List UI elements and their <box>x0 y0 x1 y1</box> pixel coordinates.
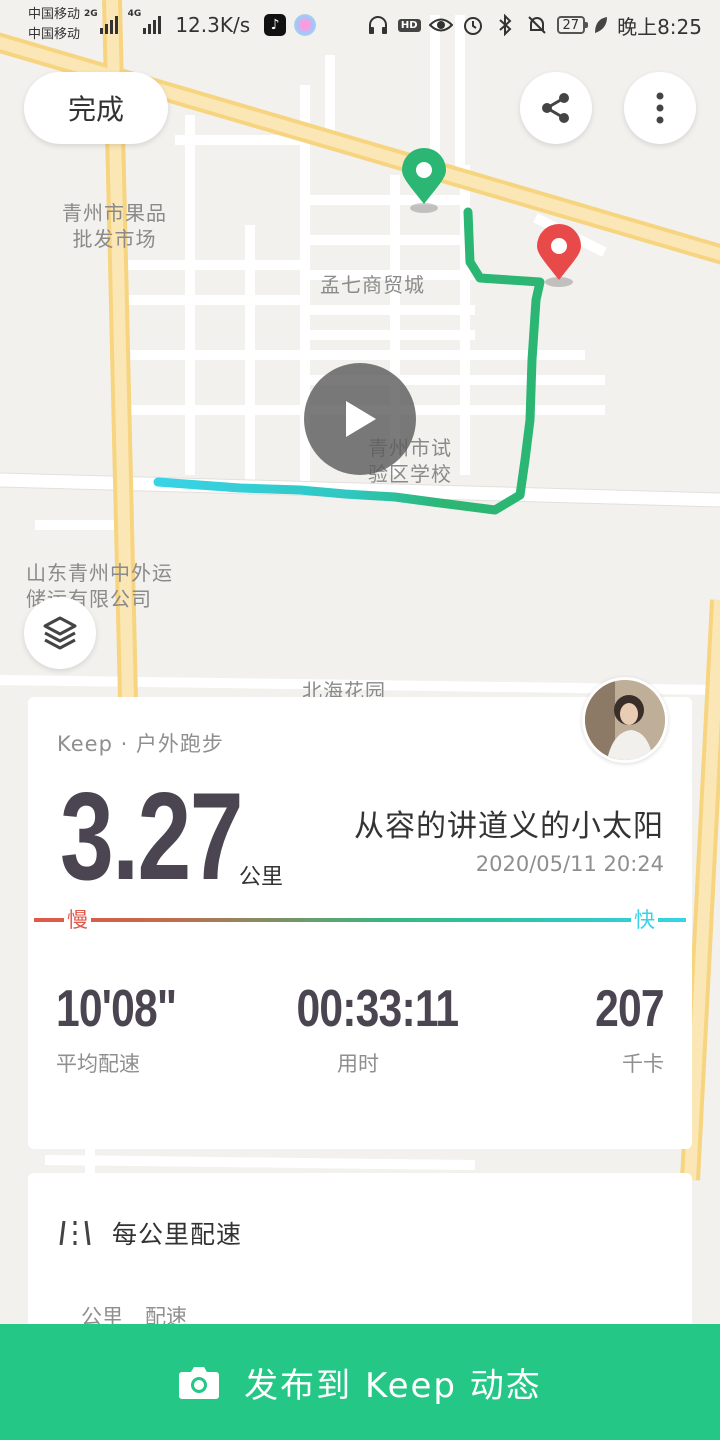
publish-label: 发布到 Keep 动态 <box>244 1365 542 1406</box>
network-type-1: 2G <box>84 9 98 19</box>
avg-pace-value: 10'08" <box>56 980 177 1038</box>
battery-level: 27 <box>562 17 580 33</box>
eye-comfort-icon <box>428 13 453 37</box>
notification-icons: ♪ <box>264 14 317 36</box>
distance-value: 3.27 <box>60 768 244 906</box>
play-icon <box>346 401 376 437</box>
battery-icon: 27 <box>556 16 588 34</box>
headset-icon <box>366 13 390 37</box>
network-type-2: 4G <box>127 9 142 19</box>
network-speed: 12.3K/s <box>175 13 251 37</box>
map-label-market: 青州市果品 批发市场 <box>62 201 167 251</box>
mute-bell-icon <box>525 13 549 37</box>
sport-type: Keep · 户外跑步 <box>57 732 224 756</box>
user-name: 从容的讲道义的小太阳 <box>354 809 664 844</box>
share-icon <box>542 93 569 123</box>
system-icons: HD 27 晚上8:25 <box>366 11 702 40</box>
distance-unit: 公里 <box>239 865 284 890</box>
carrier-info: 中国移动 中国移动 <box>28 5 80 45</box>
calories-value: 207 <box>595 980 665 1038</box>
tiktok-icon: ♪ <box>264 14 287 36</box>
camera-icon <box>179 1367 220 1399</box>
splits-icon <box>59 1220 91 1246</box>
record-datetime: 2020/05/11 20:24 <box>475 852 664 876</box>
done-button[interactable]: 完成 <box>24 72 168 144</box>
run-summary-card: Keep · 户外跑步 3.27 公里 从容的讲道义的小太阳 2020/05/1… <box>28 677 692 1149</box>
duration-label: 用时 <box>337 1052 379 1076</box>
layers-icon <box>43 616 77 650</box>
done-label: 完成 <box>67 93 124 126</box>
leaf-icon <box>593 13 609 37</box>
map-layers-button[interactable] <box>24 597 96 669</box>
pace-color-legend: 慢 快 <box>34 904 686 940</box>
more-vertical-icon <box>656 92 664 124</box>
user-photo-icon <box>585 680 665 760</box>
share-button[interactable] <box>520 72 592 144</box>
publish-to-keep-button[interactable]: 发布到 Keep 动态 <box>0 1324 720 1440</box>
hd-badge: HD <box>397 18 421 32</box>
signal-2-icon <box>143 16 162 34</box>
duration-value: 00:33:11 <box>296 980 460 1038</box>
avatar[interactable] <box>582 677 668 763</box>
carrier-2: 中国移动 <box>28 27 81 42</box>
pace-gradient-bar <box>34 918 686 922</box>
more-options-button[interactable] <box>624 72 696 144</box>
play-replay-button[interactable] <box>304 363 416 475</box>
calories-stat: 207 千卡 <box>580 980 665 1078</box>
pace-slow-label: 慢 <box>64 904 91 934</box>
end-pin-icon <box>537 224 581 287</box>
clock-time: 晚上8:25 <box>617 14 702 39</box>
carrier-1: 中国移动 <box>28 7 81 22</box>
avg-pace-label: 平均配速 <box>56 1052 140 1076</box>
pace-fast-label: 快 <box>631 904 658 934</box>
app-flower-icon <box>294 14 317 36</box>
bluetooth-icon <box>493 13 517 37</box>
duration-stat: 00:33:11 用时 <box>283 980 460 1078</box>
calories-label: 千卡 <box>622 1052 664 1076</box>
avg-pace-stat: 10'08" 平均配速 <box>56 980 203 1078</box>
splits-title: 每公里配速 <box>112 1220 243 1249</box>
alarm-icon <box>461 13 485 37</box>
status-bar: 中国移动 中国移动 2G 4G 12.3K/s ♪ HD 27 晚上8:25 <box>0 0 720 50</box>
signal-1-icon <box>99 16 118 34</box>
map-label-trade-city: 孟七商贸城 <box>320 273 425 297</box>
